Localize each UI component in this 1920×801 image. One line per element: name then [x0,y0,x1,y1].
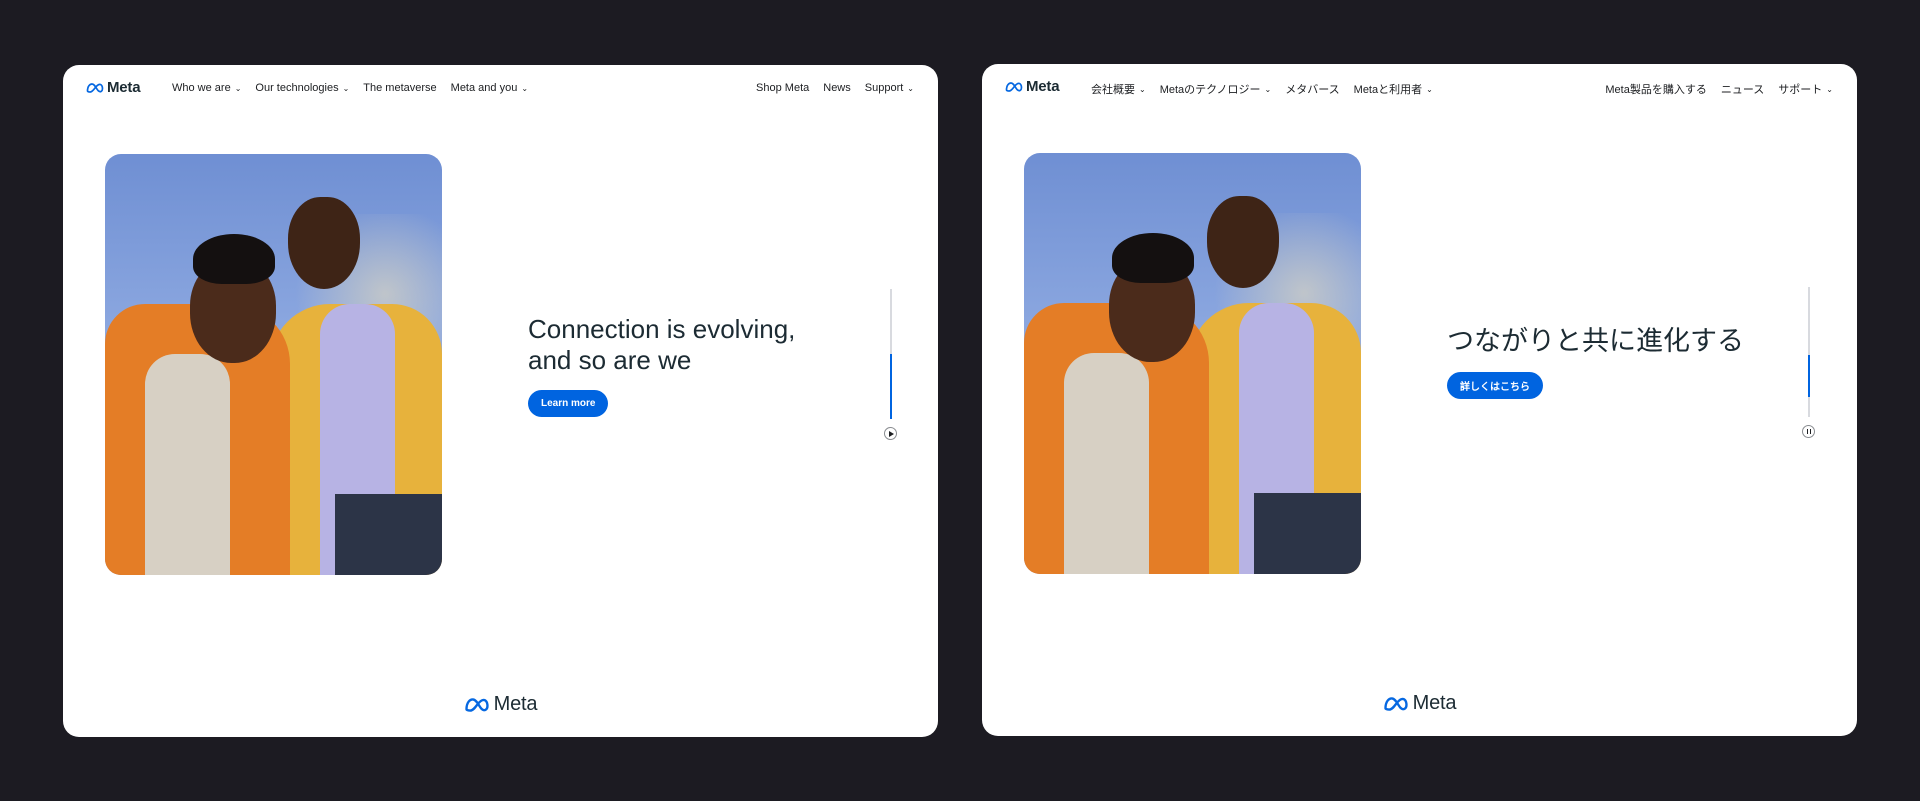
top-nav: Meta Who we are ⌄ Our technologies ⌄ The m… [63,65,938,111]
nav-label: News [823,82,851,94]
nav-the-metaverse[interactable]: The metaverse [363,82,436,94]
nav-meta-and-you[interactable]: Meta and you ⌄ [451,82,528,94]
play-button[interactable] [884,427,897,440]
nav-label: サポート [1778,84,1823,96]
chevron-down-icon: ⌄ [521,84,529,93]
slide-progress-track [1808,287,1810,417]
learn-more-button[interactable]: 詳しくはこちら [1447,372,1543,399]
chevron-down-icon: ⌄ [1264,85,1272,94]
chevron-down-icon: ⌄ [907,84,914,93]
nav-label: Our technologies [255,82,339,94]
meta-page-english: Meta Who we are ⌄ Our technologies ⌄ The m… [63,65,938,737]
pause-icon [1806,429,1811,434]
nav-label: Meta and you [450,82,518,94]
play-icon [888,430,894,437]
secondary-nav: Meta製品を購入する ニュース サポート ⌄ [1605,81,1833,97]
footer-meta-logo[interactable]: Meta [63,693,938,716]
meta-infinity-icon [86,82,104,93]
footer-logo-text: Meta [493,693,538,715]
logo-text: Meta [1026,78,1060,95]
nav-news[interactable]: News [823,82,851,94]
nav-shop-meta-products[interactable]: Meta製品を購入する [1605,81,1706,97]
meta-infinity-icon [464,697,489,712]
hero-video [1024,153,1361,574]
nav-label: The metaverse [363,82,437,94]
logo-text: Meta [107,79,141,96]
nav-label: 会社概要 [1091,84,1135,96]
slide-progress-fill [1808,355,1810,397]
primary-nav: Who we are ⌄ Our technologies ⌄ The metave… [172,82,528,94]
nav-label: Metaと利用者 [1353,84,1423,96]
meta-page-japanese: Meta 会社概要 ⌄ Metaのテクノロジー ⌄ メタバース Metaと利用者 ⌄ … [982,64,1857,736]
chevron-down-icon: ⌄ [1426,85,1433,94]
nav-support[interactable]: Support ⌄ [865,82,914,94]
nav-label: ニュース [1720,84,1765,96]
primary-nav: 会社概要 ⌄ Metaのテクノロジー ⌄ メタバース Metaと利用者 ⌄ [1091,81,1433,97]
nav-meta-technologies[interactable]: Metaのテクノロジー ⌄ [1160,81,1272,97]
meta-logo[interactable]: Meta [1005,78,1060,95]
nav-label: Support [864,82,904,94]
nav-label: Meta製品を購入する [1605,84,1707,96]
chevron-down-icon: ⌄ [1826,85,1833,94]
hero-headline: つながりと共に進化する [1447,326,1744,356]
headline-line-2: and so are we [528,345,692,375]
secondary-nav: Shop Meta News Support ⌄ [756,82,914,94]
nav-metaverse[interactable]: メタバース [1285,81,1339,97]
meta-logo[interactable]: Meta [86,79,141,96]
pause-button[interactable] [1802,425,1815,438]
nav-shop-meta[interactable]: Shop Meta [756,82,809,94]
footer-logo-text: Meta [1412,692,1457,714]
nav-label: メタバース [1285,84,1340,96]
nav-meta-and-users[interactable]: Metaと利用者 ⌄ [1354,81,1433,97]
nav-support[interactable]: サポート ⌄ [1778,81,1833,97]
footer-meta-logo[interactable]: Meta [982,692,1857,715]
nav-label: Shop Meta [756,82,810,94]
nav-our-technologies[interactable]: Our technologies ⌄ [255,82,349,94]
headline-line-1: Connection is evolving, [528,314,796,344]
meta-infinity-icon [1383,696,1408,711]
nav-label: Who we are [172,82,231,94]
hero-video [105,154,442,575]
chevron-down-icon: ⌄ [342,84,350,93]
hero-headline: Connection is evolving, and so are we [528,314,795,376]
nav-news[interactable]: ニュース [1721,81,1764,97]
nav-company-info[interactable]: 会社概要 ⌄ [1091,81,1146,97]
learn-more-button[interactable]: Learn more [528,390,609,417]
slide-progress-track [890,289,892,419]
meta-infinity-icon [1005,81,1023,92]
nav-who-we-are[interactable]: Who we are ⌄ [172,82,241,94]
slide-progress-fill [890,354,892,419]
top-nav: Meta 会社概要 ⌄ Metaのテクノロジー ⌄ メタバース Metaと利用者 ⌄ … [982,64,1857,110]
chevron-down-icon: ⌄ [1139,85,1146,94]
nav-label: Metaのテクノロジー [1159,84,1261,96]
chevron-down-icon: ⌄ [234,84,242,93]
